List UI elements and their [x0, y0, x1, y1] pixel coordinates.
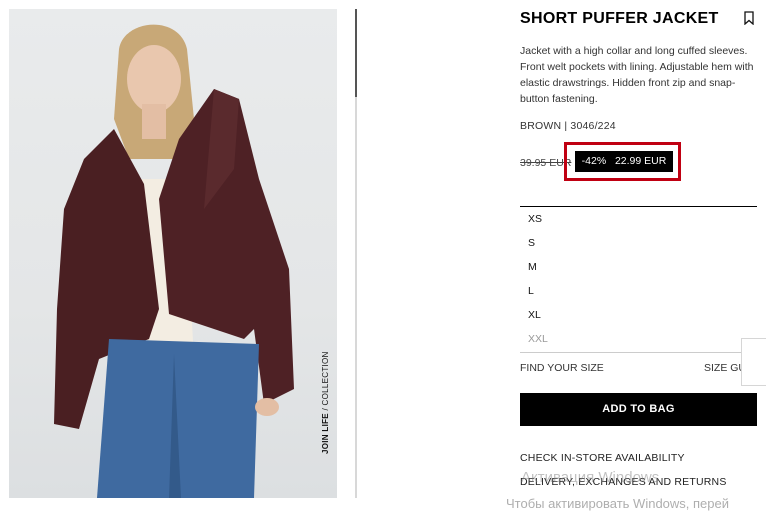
store-availability-link[interactable]: CHECK IN-STORE AVAILABILITY	[520, 452, 685, 464]
caption-bold: JOIN LIFE	[321, 413, 330, 454]
product-title: SHORT PUFFER JACKET	[520, 10, 719, 27]
side-panel-tab[interactable]	[741, 338, 766, 386]
sale-price: 22.99 EUR	[614, 155, 667, 167]
size-option-s[interactable]: S	[528, 237, 535, 249]
sizes-bottom-divider	[520, 352, 757, 353]
product-description: Jacket with a high collar and long cuffe…	[520, 45, 754, 105]
size-option-xl[interactable]: XL	[528, 309, 541, 321]
add-to-bag-button[interactable]: ADD TO BAG	[520, 393, 757, 426]
size-option-l[interactable]: L	[528, 285, 534, 297]
size-option-xs[interactable]: XS	[528, 213, 542, 225]
discount-percent: -42%	[581, 155, 607, 167]
product-image[interactable]: JOIN LIFE / COLLECTION	[9, 9, 337, 498]
find-your-size-link[interactable]: FIND YOUR SIZE	[520, 362, 604, 374]
windows-activation-watermark-title: Активация Windows	[521, 469, 660, 486]
image-scrollbar[interactable]	[355, 9, 357, 498]
size-option-m[interactable]: M	[528, 261, 537, 273]
caption-rest: / COLLECTION	[321, 351, 330, 414]
collection-caption: JOIN LIFE / COLLECTION	[321, 339, 335, 459]
sizes-divider	[520, 206, 757, 207]
color-reference: BROWN | 3046/224	[520, 120, 616, 132]
size-option-xxl[interactable]: XXL	[528, 333, 548, 345]
bookmark-icon[interactable]	[743, 11, 755, 26]
size-guide-link[interactable]: SIZE GU	[704, 362, 746, 374]
sale-price-tag: -42% 22.99 EUR	[575, 151, 673, 172]
scrollbar-thumb[interactable]	[355, 9, 357, 97]
product-photo-illustration	[54, 24, 294, 498]
